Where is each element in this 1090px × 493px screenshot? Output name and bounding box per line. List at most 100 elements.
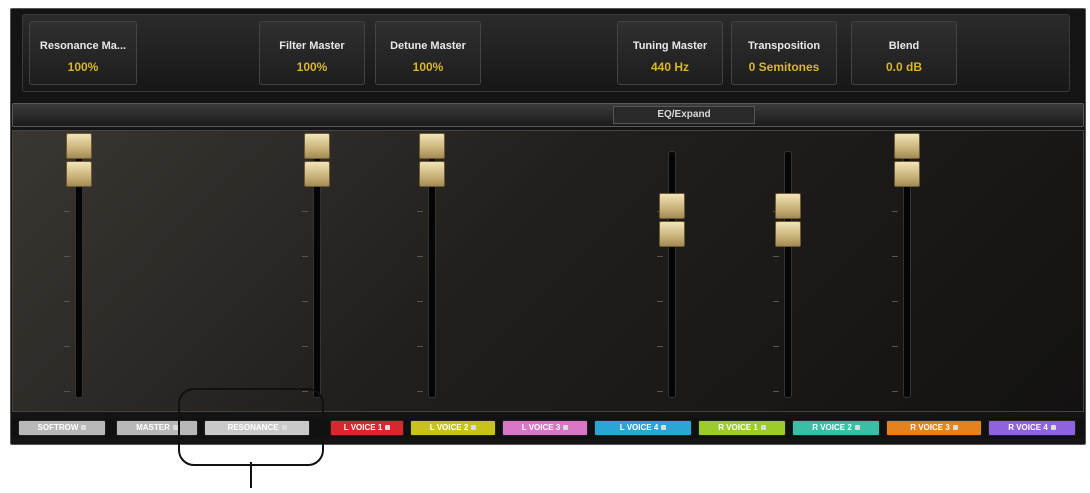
param-value: 440 Hz — [650, 60, 690, 74]
param-tuning-master[interactable]: Tuning Master 440 Hz — [617, 21, 723, 85]
channel-button-r-voice-1[interactable]: R VOICE 1 — [698, 420, 786, 436]
detune-fader[interactable] — [411, 131, 451, 411]
solo-indicator-icon[interactable] — [1050, 425, 1056, 431]
fader-tick — [892, 301, 898, 302]
solo-indicator-icon[interactable] — [952, 425, 958, 431]
channel-button-r-voice-4[interactable]: R VOICE 4 — [988, 420, 1076, 436]
resonance-fader[interactable] — [58, 131, 98, 411]
channel-button-softrow[interactable]: SOFTROW — [18, 420, 106, 436]
channel-button-l-voice-3[interactable]: L VOICE 3 — [502, 420, 588, 436]
fader-knob-top[interactable] — [66, 133, 92, 159]
filter-fader[interactable] — [296, 131, 336, 411]
param-blend[interactable]: Blend 0.0 dB — [851, 21, 957, 85]
fader-knob-top[interactable] — [419, 133, 445, 159]
fader-knob-bottom[interactable] — [894, 161, 920, 187]
fader-tick — [657, 391, 663, 392]
fader-knob[interactable] — [304, 133, 330, 187]
fader-knob-top[interactable] — [659, 193, 685, 219]
callout-pointer — [250, 462, 252, 488]
fader-tick — [892, 256, 898, 257]
fader-knob[interactable] — [894, 133, 920, 187]
fader-tick — [64, 391, 70, 392]
fader-knob-top[interactable] — [894, 133, 920, 159]
channel-label: R VOICE 1 — [718, 423, 758, 432]
fader-knob-bottom[interactable] — [304, 161, 330, 187]
param-transposition[interactable]: Transposition 0 Semitones — [731, 21, 837, 85]
fader-tick — [892, 391, 898, 392]
fader-tick — [417, 256, 423, 257]
mixer-area — [12, 130, 1084, 412]
blend-fader[interactable] — [886, 131, 926, 411]
param-value: 100% — [67, 60, 99, 74]
channel-label: L VOICE 1 — [343, 423, 383, 432]
solo-indicator-icon[interactable] — [854, 425, 860, 431]
fader-tick — [64, 301, 70, 302]
fader-knob-bottom[interactable] — [775, 221, 801, 247]
param-name: Resonance Ma... — [39, 40, 127, 52]
fader-knob-bottom[interactable] — [659, 221, 685, 247]
fader-knob-top[interactable] — [304, 133, 330, 159]
fader-tick — [657, 256, 663, 257]
fader-tick — [417, 346, 423, 347]
channel-label: R VOICE 3 — [910, 423, 950, 432]
param-name: Tuning Master — [632, 40, 708, 52]
param-name: Blend — [888, 40, 920, 52]
fader-tick — [657, 346, 663, 347]
eq-expand-bar[interactable]: EQ/Expand — [12, 103, 1084, 127]
fader-tick — [64, 256, 70, 257]
fader-tick — [417, 391, 423, 392]
parameter-bar: Resonance Ma... 100% Filter Master 100% … — [22, 14, 1070, 92]
callout-circle — [178, 388, 324, 466]
fader-tick — [892, 211, 898, 212]
solo-indicator-icon[interactable] — [81, 425, 87, 431]
channel-label: MASTER — [136, 423, 170, 432]
fader-tick — [773, 346, 779, 347]
channel-button-r-voice-2[interactable]: R VOICE 2 — [792, 420, 880, 436]
channel-button-l-voice-4[interactable]: L VOICE 4 — [594, 420, 692, 436]
solo-indicator-icon[interactable] — [563, 425, 569, 431]
fader-knob[interactable] — [66, 133, 92, 187]
fader-track[interactable] — [668, 151, 676, 398]
channel-button-r-voice-3[interactable]: R VOICE 3 — [886, 420, 982, 436]
transposition-fader[interactable] — [767, 131, 807, 411]
param-value: 100% — [296, 60, 328, 74]
fader-knob[interactable] — [659, 193, 685, 247]
param-name: Filter Master — [279, 40, 345, 52]
channel-selector: SOFTROW MASTER RESONANCE L VOICE 1L VOICE 2… — [12, 418, 1084, 438]
solo-indicator-icon[interactable] — [661, 425, 667, 431]
tuning-fader[interactable] — [651, 131, 691, 411]
fader-tick — [417, 301, 423, 302]
solo-indicator-icon[interactable] — [760, 425, 766, 431]
fader-knob-bottom[interactable] — [66, 161, 92, 187]
fader-tick — [417, 211, 423, 212]
fader-tick — [64, 211, 70, 212]
param-value: 0 Semitones — [748, 60, 820, 74]
fader-tick — [64, 346, 70, 347]
channel-button-l-voice-2[interactable]: L VOICE 2 — [410, 420, 496, 436]
solo-indicator-icon[interactable] — [385, 425, 391, 431]
channel-label: L VOICE 4 — [619, 423, 659, 432]
channel-button-l-voice-1[interactable]: L VOICE 1 — [330, 420, 404, 436]
fader-tick — [892, 346, 898, 347]
channel-label: R VOICE 4 — [1008, 423, 1048, 432]
param-detune-master[interactable]: Detune Master 100% — [375, 21, 481, 85]
fader-knob-top[interactable] — [775, 193, 801, 219]
param-value: 0.0 dB — [885, 60, 922, 74]
param-value: 100% — [412, 60, 444, 74]
fader-tick — [773, 391, 779, 392]
fader-tick — [773, 301, 779, 302]
param-resonance-master[interactable]: Resonance Ma... 100% — [29, 21, 137, 85]
param-filter-master[interactable]: Filter Master 100% — [259, 21, 365, 85]
fader-tick — [302, 256, 308, 257]
eq-expand-label: EQ/Expand — [613, 106, 755, 124]
channel-label: L VOICE 2 — [429, 423, 469, 432]
fader-knob-bottom[interactable] — [419, 161, 445, 187]
channel-label: L VOICE 3 — [521, 423, 561, 432]
fader-knob[interactable] — [419, 133, 445, 187]
solo-indicator-icon[interactable] — [471, 425, 477, 431]
param-name: Detune Master — [390, 40, 466, 52]
fader-tick — [302, 211, 308, 212]
channel-label: SOFTROW — [37, 423, 79, 432]
fader-track[interactable] — [784, 151, 792, 398]
fader-knob[interactable] — [775, 193, 801, 247]
